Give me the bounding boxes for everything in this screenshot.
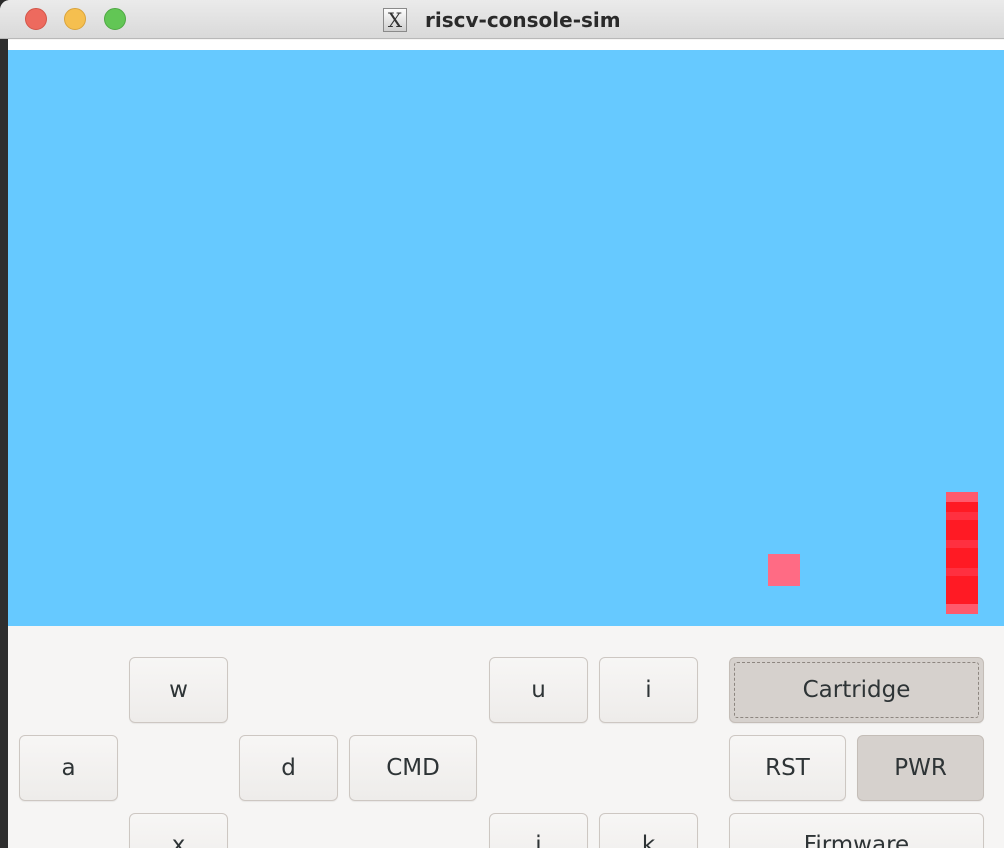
i-button[interactable]: i xyxy=(599,657,698,723)
controller-panel: w a d x CMD u i j k Cartridge RST PWR Fi… xyxy=(8,626,1004,848)
rst-button[interactable]: RST xyxy=(729,735,846,801)
window-edge xyxy=(0,39,8,848)
minimize-button[interactable] xyxy=(64,8,86,30)
title-bar[interactable]: X riscv-console-sim xyxy=(0,0,1004,39)
paddle-band xyxy=(946,568,978,576)
screen-top-margin xyxy=(8,40,1004,50)
window-title: riscv-console-sim xyxy=(425,7,621,32)
j-button[interactable]: j xyxy=(489,813,588,848)
paddle-band xyxy=(946,540,978,548)
console-screen xyxy=(8,50,1004,626)
firmware-button[interactable]: Firmware xyxy=(729,813,984,848)
pwr-button[interactable]: PWR xyxy=(857,735,984,801)
right-d-button[interactable]: d xyxy=(239,735,338,801)
ball-sprite xyxy=(768,554,800,586)
cmd-button[interactable]: CMD xyxy=(349,735,477,801)
cartridge-button[interactable]: Cartridge xyxy=(729,657,984,723)
paddle-bottom-cap xyxy=(946,604,978,614)
app-window: X riscv-console-sim w a d x CMD u i j k … xyxy=(0,0,1004,848)
window-title-group: X riscv-console-sim xyxy=(383,6,621,33)
x11-icon: X xyxy=(383,7,407,32)
down-x-button[interactable]: x xyxy=(129,813,228,848)
u-button[interactable]: u xyxy=(489,657,588,723)
k-button[interactable]: k xyxy=(599,813,698,848)
left-a-button[interactable]: a xyxy=(19,735,118,801)
paddle-band xyxy=(946,512,978,520)
paddle-top-cap xyxy=(946,492,978,502)
paddle-sprite xyxy=(946,492,978,614)
up-w-button[interactable]: w xyxy=(129,657,228,723)
cartridge-label: Cartridge xyxy=(802,677,911,703)
close-button[interactable] xyxy=(25,8,47,30)
zoom-button[interactable] xyxy=(104,8,126,30)
